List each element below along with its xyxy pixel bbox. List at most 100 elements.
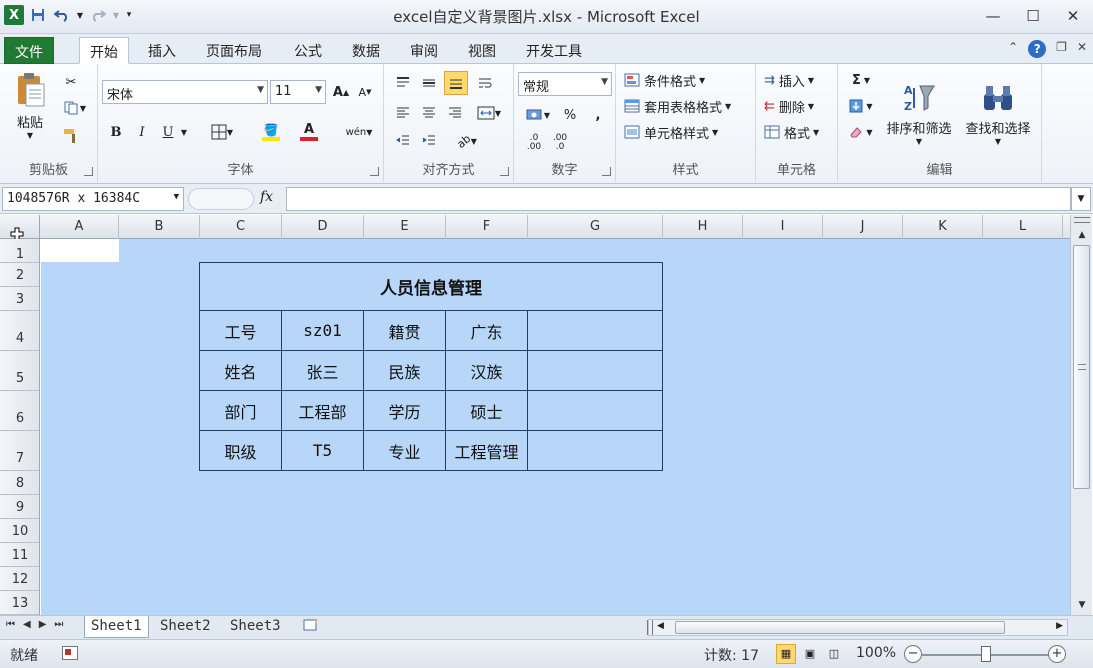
font-launcher-icon[interactable]	[370, 167, 379, 176]
zoom-level[interactable]: 100%	[856, 645, 896, 661]
normal-view-icon[interactable]: ▦	[776, 644, 796, 664]
increase-indent-icon[interactable]	[418, 130, 440, 152]
align-right-icon[interactable]	[444, 102, 466, 124]
close-workbook-icon[interactable]: ✕	[1077, 40, 1087, 58]
row-header-10[interactable]: 10	[0, 519, 39, 543]
row-header-8[interactable]: 8	[0, 471, 39, 495]
number-launcher-icon[interactable]	[602, 167, 611, 176]
clear-button[interactable]: ▼	[844, 122, 878, 142]
align-center-icon[interactable]	[418, 102, 440, 124]
scroll-down-icon[interactable]: ▼	[1074, 597, 1090, 613]
cell-a1[interactable]	[41, 239, 119, 262]
align-top-icon[interactable]	[392, 72, 414, 94]
underline-button[interactable]: U	[158, 122, 178, 142]
paste-button[interactable]: 粘贴 ▼	[8, 70, 52, 142]
column-header-d[interactable]: D	[282, 215, 364, 239]
number-format-combo[interactable]: 常规 ▼	[518, 72, 612, 96]
delete-cells-button[interactable]: ⇇ 删除 ▼	[764, 96, 814, 116]
column-header-g[interactable]: G	[528, 215, 663, 239]
table-cell-empty[interactable]	[527, 430, 663, 471]
column-header-i[interactable]: I	[743, 215, 823, 239]
zoom-slider-knob[interactable]	[981, 646, 991, 662]
tab-home[interactable]: 开始	[79, 37, 129, 64]
table-cell[interactable]: 专业	[363, 430, 446, 471]
column-header-j[interactable]: J	[823, 215, 903, 239]
page-layout-view-icon[interactable]: ▣	[800, 644, 820, 664]
font-name-dropdown-icon[interactable]: ▼	[257, 85, 264, 95]
font-size-dropdown-icon[interactable]: ▼	[315, 85, 322, 95]
column-header-c[interactable]: C	[200, 215, 282, 239]
row-header-9[interactable]: 9	[0, 495, 39, 519]
formula-input[interactable]	[286, 187, 1071, 211]
table-cell-empty[interactable]	[527, 350, 663, 391]
cell-styles-button[interactable]: 单元格样式 ▼	[624, 122, 718, 142]
table-cell[interactable]: 硕士	[445, 390, 528, 431]
last-sheet-icon[interactable]: ⏭	[54, 619, 63, 630]
bold-button[interactable]: B	[106, 122, 126, 142]
column-header-b[interactable]: B	[119, 215, 200, 239]
font-color-button[interactable]: A	[292, 120, 326, 144]
font-name-combo[interactable]: 宋体 ▼	[102, 80, 268, 104]
tab-review[interactable]: 审阅	[400, 37, 448, 64]
column-header-k[interactable]: K	[903, 215, 983, 239]
decrease-decimal-icon[interactable]: .00.0	[548, 132, 572, 154]
cut-icon[interactable]: ✂	[60, 72, 82, 92]
shrink-font-button[interactable]: A ▼	[354, 82, 376, 102]
row-header-3[interactable]: 3	[0, 287, 39, 311]
column-header-l[interactable]: L	[983, 215, 1063, 239]
maximize-icon[interactable]: ☐	[1013, 4, 1053, 28]
page-break-view-icon[interactable]: ◫	[824, 644, 844, 664]
find-select-button[interactable]: 查找和选择 ▼	[958, 72, 1038, 156]
macro-record-icon[interactable]	[62, 646, 78, 660]
prev-sheet-icon[interactable]: ◀	[23, 619, 31, 630]
close-icon[interactable]: ✕	[1053, 4, 1093, 28]
table-cell[interactable]: 民族	[363, 350, 446, 391]
split-box-icon[interactable]	[1074, 217, 1090, 223]
table-cell[interactable]: 学历	[363, 390, 446, 431]
worksheet-grid[interactable]: 人员信息管理 工号 sz01 籍贯 广东 姓名 张三 民族 汉族 部门 工程部 …	[41, 239, 1070, 615]
column-header-a[interactable]: A	[40, 215, 119, 239]
font-size-combo[interactable]: 11 ▼	[270, 80, 326, 104]
align-bottom-icon[interactable]	[444, 71, 468, 95]
tab-data[interactable]: 数据	[342, 37, 390, 64]
grow-font-button[interactable]: A ▲	[330, 82, 352, 102]
italic-button[interactable]: I	[132, 122, 152, 142]
tab-insert[interactable]: 插入	[138, 37, 186, 64]
row-header-13[interactable]: 13	[0, 591, 39, 615]
table-cell[interactable]: 部门	[199, 390, 282, 431]
sheet-tab-sheet3[interactable]: Sheet3	[224, 616, 287, 638]
table-cell[interactable]: 工程部	[281, 390, 364, 431]
vertical-scrollbar[interactable]: ▲ ▼	[1070, 215, 1092, 615]
table-cell[interactable]: 工号	[199, 310, 282, 351]
table-cell-empty[interactable]	[527, 390, 663, 431]
row-header-4[interactable]: 4	[0, 311, 39, 351]
minimize-icon[interactable]: —	[973, 4, 1013, 28]
tab-page-layout[interactable]: 页面布局	[196, 37, 272, 64]
tab-view[interactable]: 视图	[458, 37, 506, 64]
row-header-12[interactable]: 12	[0, 567, 39, 591]
wrap-text-icon[interactable]	[474, 72, 496, 94]
table-cell[interactable]: T5	[281, 430, 364, 471]
horizontal-scroll-thumb[interactable]	[675, 621, 1005, 634]
format-painter-icon[interactable]	[60, 126, 82, 146]
tab-file[interactable]: 文件	[4, 37, 54, 64]
format-cells-button[interactable]: 格式 ▼	[764, 122, 819, 142]
comma-style-button[interactable]: ,	[588, 104, 608, 126]
merge-center-icon[interactable]: ▼	[472, 102, 506, 124]
table-cell[interactable]: 职级	[199, 430, 282, 471]
borders-button[interactable]: ▼	[206, 122, 238, 142]
alignment-launcher-icon[interactable]	[500, 167, 509, 176]
copy-icon[interactable]: ▼	[60, 98, 90, 118]
row-header-1[interactable]: 1	[0, 239, 39, 263]
align-middle-icon[interactable]	[418, 72, 440, 94]
table-cell[interactable]: 广东	[445, 310, 528, 351]
column-header-h[interactable]: H	[663, 215, 743, 239]
row-header-11[interactable]: 11	[0, 543, 39, 567]
fill-color-button[interactable]: 🪣	[254, 120, 288, 144]
table-cell[interactable]: 籍贯	[363, 310, 446, 351]
scroll-left-icon[interactable]: ◀	[657, 621, 664, 631]
table-cell[interactable]: 姓名	[199, 350, 282, 391]
row-header-6[interactable]: 6	[0, 391, 39, 431]
scroll-up-icon[interactable]: ▲	[1074, 227, 1090, 243]
column-header-e[interactable]: E	[364, 215, 446, 239]
